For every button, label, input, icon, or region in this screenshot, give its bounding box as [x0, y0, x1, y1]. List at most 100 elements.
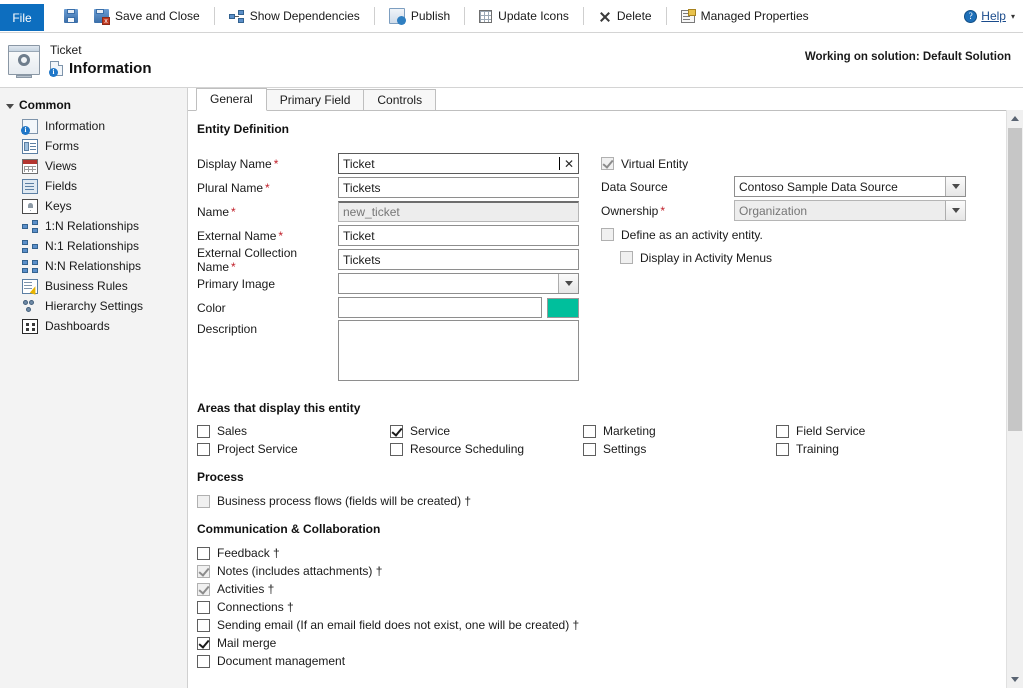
views-icon [22, 159, 38, 174]
area-resource-scheduling[interactable]: Resource Scheduling [390, 442, 583, 456]
primary-image-label: Primary Image [197, 277, 338, 291]
area-settings[interactable]: Settings [583, 442, 776, 456]
page-title: Information [69, 60, 152, 77]
show-dependencies-label: Show Dependencies [250, 9, 360, 23]
chevron-down-icon[interactable] [558, 274, 578, 293]
sidebar-item-label: Information [45, 119, 105, 133]
general-tab-content: Entity Definition Display Name* Ticket ✕ [188, 110, 1007, 688]
area-label: Training [796, 442, 839, 456]
sidebar-item-keys[interactable]: Keys [0, 196, 187, 216]
ribbon-right-area: ? Help ▾ [964, 0, 1023, 32]
keys-icon [22, 199, 38, 214]
area-service-checkbox [390, 425, 403, 438]
area-settings-checkbox [583, 443, 596, 456]
save-and-close-label: Save and Close [115, 9, 200, 23]
external-name-value: Ticket [343, 229, 574, 243]
comm-mail-merge[interactable]: Mail merge [197, 636, 1007, 650]
sidebar-item-1n-relationships[interactable]: 1:N Relationships [0, 216, 187, 236]
managed-properties-button[interactable]: Managed Properties [673, 4, 817, 28]
area-sales[interactable]: Sales [197, 424, 390, 438]
ownership-select: Organization [734, 200, 966, 221]
define-activity-checkbox-line[interactable]: Define as an activity entity. [601, 228, 763, 242]
area-label: Marketing [603, 424, 656, 438]
process-heading: Process [197, 470, 1007, 484]
plural-name-input[interactable]: Tickets [338, 177, 579, 198]
area-project-service[interactable]: Project Service [197, 442, 390, 456]
area-label: Field Service [796, 424, 865, 438]
name-label: Name* [197, 205, 338, 219]
sidebar-item-nn-relationships[interactable]: N:N Relationships [0, 256, 187, 276]
update-icons-label: Update Icons [498, 9, 569, 23]
color-input[interactable] [338, 297, 542, 318]
display-name-label-text: Display Name [197, 157, 272, 171]
description-textarea[interactable] [338, 320, 579, 381]
area-training[interactable]: Training [776, 442, 1007, 456]
process-business-process-flows[interactable]: Business process flows (fields will be c… [197, 494, 1007, 508]
area-marketing[interactable]: Marketing [583, 424, 776, 438]
communication-heading: Communication & Collaboration [197, 522, 1007, 536]
data-source-select[interactable]: Contoso Sample Data Source [734, 176, 966, 197]
show-dependencies-button[interactable]: Show Dependencies [221, 4, 368, 28]
display-activity-menus-checkbox-line[interactable]: Display in Activity Menus [620, 251, 772, 265]
delete-button[interactable]: Delete [590, 4, 660, 28]
name-row: Name* new_ticket [197, 200, 579, 223]
help-button[interactable]: ? Help ▾ [964, 9, 1015, 23]
external-name-label-text: External Name [197, 229, 276, 243]
sidebar-item-label: Views [45, 159, 77, 173]
area-field-service[interactable]: Field Service [776, 424, 1007, 438]
comm-activities[interactable]: Activities † [197, 582, 1007, 596]
name-value: new_ticket [343, 205, 574, 219]
external-name-input[interactable]: Ticket [338, 225, 579, 246]
sidebar-group-common[interactable]: Common [0, 96, 187, 116]
comm-document-management[interactable]: Document management [197, 654, 1007, 668]
virtual-entity-checkbox-line[interactable]: Virtual Entity [601, 157, 688, 171]
virtual-entity-label: Virtual Entity [621, 157, 688, 171]
scrollbar-thumb[interactable] [1008, 128, 1022, 431]
sidebar-item-business-rules[interactable]: Business Rules [0, 276, 187, 296]
save-and-close-button[interactable]: Save and Close [86, 4, 208, 28]
area-service[interactable]: Service [390, 424, 583, 438]
sidebar-item-n1-relationships[interactable]: N:1 Relationships [0, 236, 187, 256]
required-asterisk: * [231, 205, 236, 219]
vertical-scrollbar[interactable] [1006, 110, 1023, 688]
scroll-down-button[interactable] [1007, 671, 1023, 688]
comm-connections[interactable]: Connections † [197, 600, 1007, 614]
update-icons-icon [479, 10, 492, 23]
page-title-row: Information [50, 60, 152, 77]
define-activity-row: Define as an activity entity. [601, 223, 1007, 246]
sidebar-item-label: Fields [45, 179, 77, 193]
connections-checkbox [197, 601, 210, 614]
scroll-up-button[interactable] [1007, 110, 1023, 127]
clear-icon[interactable]: ✕ [560, 157, 574, 171]
tab-primary-field[interactable]: Primary Field [266, 89, 365, 110]
sidebar-item-hierarchy-settings[interactable]: Hierarchy Settings [0, 296, 187, 316]
save-button[interactable] [56, 4, 86, 28]
external-collection-name-input[interactable]: Tickets [338, 249, 579, 270]
file-tab[interactable]: File [0, 4, 44, 31]
color-swatch[interactable] [547, 298, 579, 318]
primary-image-select[interactable] [338, 273, 579, 294]
managed-properties-label: Managed Properties [701, 9, 809, 23]
sidebar-item-fields[interactable]: Fields [0, 176, 187, 196]
sidebar-item-information[interactable]: Information [0, 116, 187, 136]
sidebar-item-views[interactable]: Views [0, 156, 187, 176]
sidebar: Common Information Forms Views Fields Ke… [0, 88, 188, 688]
comm-sending-email[interactable]: Sending email (If an email field does no… [197, 618, 1007, 632]
area-training-checkbox [776, 443, 789, 456]
comm-feedback[interactable]: Feedback † [197, 546, 1007, 560]
tab-general[interactable]: General [196, 88, 267, 111]
publish-button[interactable]: Publish [381, 4, 458, 28]
business-process-flows-checkbox [197, 495, 210, 508]
display-name-value: Ticket [343, 157, 559, 171]
define-activity-label: Define as an activity entity. [621, 228, 763, 242]
sidebar-item-dashboards[interactable]: Dashboards [0, 316, 187, 336]
sidebar-item-forms[interactable]: Forms [0, 136, 187, 156]
forms-icon [22, 139, 38, 154]
entity-definition-left-column: Display Name * Ticket ✕ Plural Name* [197, 152, 579, 382]
chevron-down-icon[interactable] [945, 177, 965, 196]
plural-name-label: Plural Name* [197, 181, 338, 195]
update-icons-button[interactable]: Update Icons [471, 4, 577, 28]
comm-notes[interactable]: Notes (includes attachments) † [197, 564, 1007, 578]
display-name-input[interactable]: Ticket ✕ [338, 153, 579, 174]
tab-controls[interactable]: Controls [363, 89, 436, 110]
